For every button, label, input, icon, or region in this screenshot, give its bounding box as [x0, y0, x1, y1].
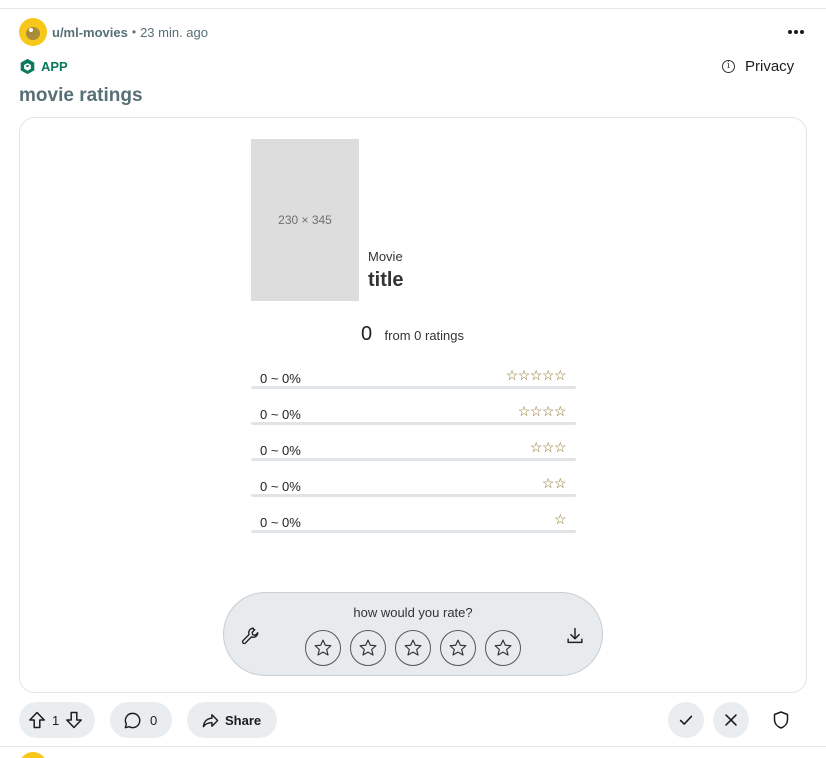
- rating-row-stars: ☆☆: [541, 475, 567, 491]
- star-icon: [314, 639, 332, 656]
- rating-row-bar: [251, 458, 576, 461]
- avatar-eye-icon: [29, 28, 33, 32]
- comment-icon: [124, 712, 141, 728]
- movie-title: title: [368, 269, 404, 291]
- rating-row-4: 0 ~ 0% ☆☆☆☆: [251, 403, 576, 425]
- mod-shield-button[interactable]: [771, 710, 791, 730]
- post-title[interactable]: movie ratings: [19, 85, 143, 107]
- star-icon: [449, 639, 467, 656]
- rating-row-2: 0 ~ 0% ☆☆: [251, 475, 576, 497]
- privacy-label: Privacy: [745, 58, 795, 75]
- rate-panel: how would you rate?: [223, 592, 603, 676]
- rating-row-bar: [251, 494, 576, 497]
- info-icon: i: [722, 60, 735, 73]
- settings-button[interactable]: [240, 625, 262, 647]
- wrench-icon: [241, 627, 259, 645]
- rate-star-1[interactable]: [305, 630, 341, 666]
- vote-control: 1: [19, 702, 95, 738]
- approve-button[interactable]: [668, 702, 704, 738]
- avatar[interactable]: [19, 18, 47, 46]
- rating-row-stars: ☆☆☆☆☆: [505, 367, 567, 383]
- remove-button[interactable]: [713, 702, 749, 738]
- rating-row-stars: ☆☆☆: [529, 439, 567, 455]
- upvote-count: 1: [52, 712, 60, 728]
- top-divider: [0, 8, 826, 9]
- more-icon-dot: [800, 30, 804, 34]
- rating-row-bar: [251, 422, 576, 425]
- star-icon: [404, 639, 422, 656]
- rating-row-3: 0 ~ 0% ☆☆☆: [251, 439, 576, 461]
- download-button[interactable]: [564, 625, 586, 647]
- app-frame: 230 × 345 Movie title 0 from 0 ratings 0…: [19, 117, 807, 693]
- score-suffix: from 0 ratings: [384, 328, 465, 343]
- upvote-icon: [29, 711, 45, 729]
- movie-poster: 230 × 345: [251, 139, 359, 301]
- rate-star-2[interactable]: [350, 630, 386, 666]
- share-label: Share: [225, 712, 262, 728]
- rate-stars: [305, 630, 521, 666]
- next-post-avatar[interactable]: [19, 752, 47, 758]
- rating-row-5: 0 ~ 0% ☆☆☆☆☆: [251, 367, 576, 389]
- separator-dot: •: [131, 25, 137, 39]
- rating-row-label: 0 ~ 0%: [260, 407, 301, 422]
- rating-row-label: 0 ~ 0%: [260, 515, 301, 530]
- rating-row-stars: ☆☆☆☆: [517, 403, 567, 419]
- share-icon: [202, 713, 219, 727]
- star-icon: [359, 639, 377, 656]
- rating-row-bar: [251, 386, 576, 389]
- privacy-link[interactable]: i Privacy: [722, 58, 794, 75]
- score-value: 0: [360, 323, 373, 345]
- post-header: u/ml-movies • 23 min. ago: [19, 18, 208, 46]
- username-link[interactable]: u/ml-movies: [52, 25, 128, 40]
- more-icon: [788, 30, 792, 34]
- rate-star-4[interactable]: [440, 630, 476, 666]
- download-icon: [567, 627, 583, 644]
- upvote-button[interactable]: [27, 710, 47, 730]
- rating-row-stars: ☆: [553, 511, 567, 527]
- rate-star-5[interactable]: [485, 630, 521, 666]
- post-time: 23 min. ago: [140, 24, 208, 40]
- movie-kicker: Movie: [368, 249, 403, 264]
- app-icon: [20, 58, 35, 75]
- rating-row-bar: [251, 530, 576, 533]
- rating-row-1: 0 ~ 0% ☆: [251, 511, 576, 533]
- more-options-button[interactable]: [784, 22, 808, 42]
- rate-star-3[interactable]: [395, 630, 431, 666]
- poster-placeholder-text: 230 × 345: [278, 213, 332, 227]
- rating-row-label: 0 ~ 0%: [260, 479, 301, 494]
- shield-icon: [773, 711, 789, 729]
- app-label: APP: [41, 59, 68, 74]
- star-icon: [494, 639, 512, 656]
- comment-count: 0: [150, 712, 158, 728]
- check-icon: [679, 715, 693, 725]
- comments-button[interactable]: 0: [110, 702, 172, 738]
- bottom-divider: [0, 746, 826, 747]
- score-summary: 0 from 0 ratings: [250, 323, 575, 346]
- downvote-button[interactable]: [64, 710, 84, 730]
- close-icon: [725, 714, 737, 726]
- rate-question: how would you rate?: [353, 605, 473, 620]
- rating-row-label: 0 ~ 0%: [260, 371, 301, 386]
- more-icon-dot: [794, 30, 798, 34]
- downvote-icon: [66, 711, 83, 729]
- app-badge: APP: [19, 58, 68, 75]
- share-button[interactable]: Share: [187, 702, 277, 738]
- rating-row-label: 0 ~ 0%: [260, 443, 301, 458]
